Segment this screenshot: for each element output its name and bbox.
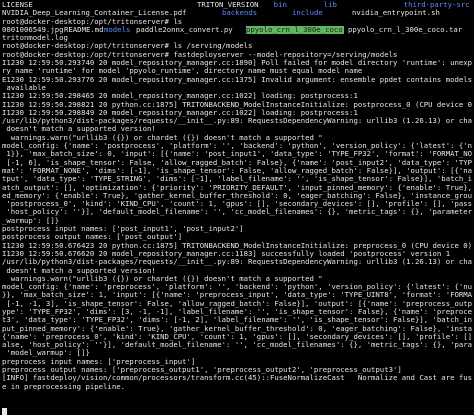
shell-prompt: root@docker-desktop:/opt/tritonserver# f… xyxy=(2,50,398,59)
log-line: tput', 'data_type': 'TYPE_STRING', 'dims… xyxy=(2,175,472,184)
log-line: available xyxy=(2,83,46,92)
log-line: put_pinned_memory': {'enable': True}, 'g… xyxy=(2,324,472,333)
log-line: doesn't match a supported version! xyxy=(2,125,156,134)
shell-prompt: root@docker-desktop:/opt/tritonserver# l… xyxy=(2,42,253,51)
log-line: preprocess input names: ['preprocess_inp… xyxy=(2,357,196,366)
log-line: ry name 'runtime' for model 'ppyolo_runt… xyxy=(2,67,363,76)
log-line: postprocess output names: ['post_output'… xyxy=(2,233,183,242)
log-line: 'model_warmup': []} xyxy=(2,349,90,358)
ls-output-row: 0001006549.jpg README.md models paddle2o… xyxy=(2,24,472,35)
log-line: 'host_policy': ''}], 'default_model_file… xyxy=(6,208,472,217)
log-line: I1230 12:59:50.676620 20 model_repositor… xyxy=(2,249,451,258)
cursor xyxy=(2,407,7,415)
log-line: I1230 12:59:50.293740 20 model_repositor… xyxy=(2,59,472,68)
ls-entry-dir: include xyxy=(292,8,323,18)
log-line: I1230 12:59:50.298849 20 model_repositor… xyxy=(2,108,358,117)
log-line: atch_output': [], 'optimization': {'prio… xyxy=(2,183,472,192)
log-line: doesn't match a supported version! xyxy=(2,266,156,275)
log-line: 'postprocess_0', 'kind': 'KIND_CPU', 'co… xyxy=(6,200,472,209)
ls-entry: NVIDIA_Deep_Learning_Container_License.p… xyxy=(2,8,187,18)
log-line: warnings.warn("urllib3 ({}) or chardet (… xyxy=(2,133,323,142)
log-line: ype': 'TYPE_FP32', 'dims': [3, -1, -1], … xyxy=(2,307,472,316)
log-line: model_config: {'name': 'preprocess', 'pl… xyxy=(2,283,472,292)
ls-entry-dir: models xyxy=(104,24,131,34)
log-line: [-1, 6], 'is_shape_tensor': False, 'allo… xyxy=(6,158,472,167)
log-line: preprocess output names: ['preprocess_ou… xyxy=(2,366,402,375)
log-line: _warmup': []} xyxy=(2,216,60,225)
ls-entry: ppyolo_crn_l_300e_coco.tar xyxy=(348,24,463,34)
log-line: /usr/lib/python3/dist-packages/requests/… xyxy=(2,117,472,126)
log-line: I1230 12:59:50.676423 20 python.cc:1875]… xyxy=(2,241,472,250)
log-line: mat': 'FORMAT_NONE', 'dims': [-1], 'is_s… xyxy=(2,166,472,175)
log-line: {'name': 'preprocess_0', 'kind': 'KIND_C… xyxy=(2,332,472,341)
log-line: }}, 'max_batch_size': 1, 'input': [{'nam… xyxy=(2,291,472,300)
log-output: I1230 12:59:50.293740 20 model_repositor… xyxy=(2,59,472,407)
terminal-window[interactable]: LICENSE TRITON_VERSION bin lib third-par… xyxy=(0,0,474,415)
log-line: model_config: {'name': 'postprocess', 'p… xyxy=(2,142,472,151)
input-line[interactable] xyxy=(2,407,472,415)
log-line: t3', 'data_type': 'TYPE_FP32', 'dims': [… xyxy=(2,316,472,325)
ls-entry-dir: backends xyxy=(222,8,258,18)
log-line: ed_memory': {'enable': True}, 'gather_ke… xyxy=(2,191,472,200)
ls-entry-highlighted: ppyolo_crn_l_300e_coco xyxy=(246,24,344,35)
ls-output-row: NVIDIA_Deep_Learning_Container_License.p… xyxy=(2,8,472,18)
log-line: I1230 12:59:50.298821 20 python.cc:1875]… xyxy=(2,100,472,109)
log-line: warnings.warn("urllib3 ({}) or chardet (… xyxy=(2,274,323,283)
ls-entry: tritonmodel.log xyxy=(2,34,68,43)
ls-entry: README.md xyxy=(64,24,104,34)
log-line: e in preprocessing pipeline. xyxy=(2,382,126,391)
ls-entry: 0001006549.jpg xyxy=(2,24,64,34)
log-line: /usr/lib/python3/dist-packages/requests/… xyxy=(2,258,472,267)
ls-entry: paddle2onnx_convert.py xyxy=(136,24,233,34)
log-line: [INFO] fastdeploy/vision/common/processo… xyxy=(2,374,472,383)
log-line: E1230 12:59:50.293776 20 model_repositor… xyxy=(2,75,472,84)
log-line: postprocess input names: ['post_input1',… xyxy=(2,225,244,234)
log-line: alse, 'host_policy': ''}], 'default_mode… xyxy=(2,341,472,350)
log-line: I1230 12:59:50.298465 20 model_repositor… xyxy=(2,92,358,101)
log-line: [-1, -1, 3], 'is_shape_tensor': False, '… xyxy=(6,299,472,308)
ls-entry: nvidia_entrypoint.sh xyxy=(352,8,440,18)
log-line: 1}}, 'max_batch_size': 0, 'input': [{'na… xyxy=(6,150,472,159)
